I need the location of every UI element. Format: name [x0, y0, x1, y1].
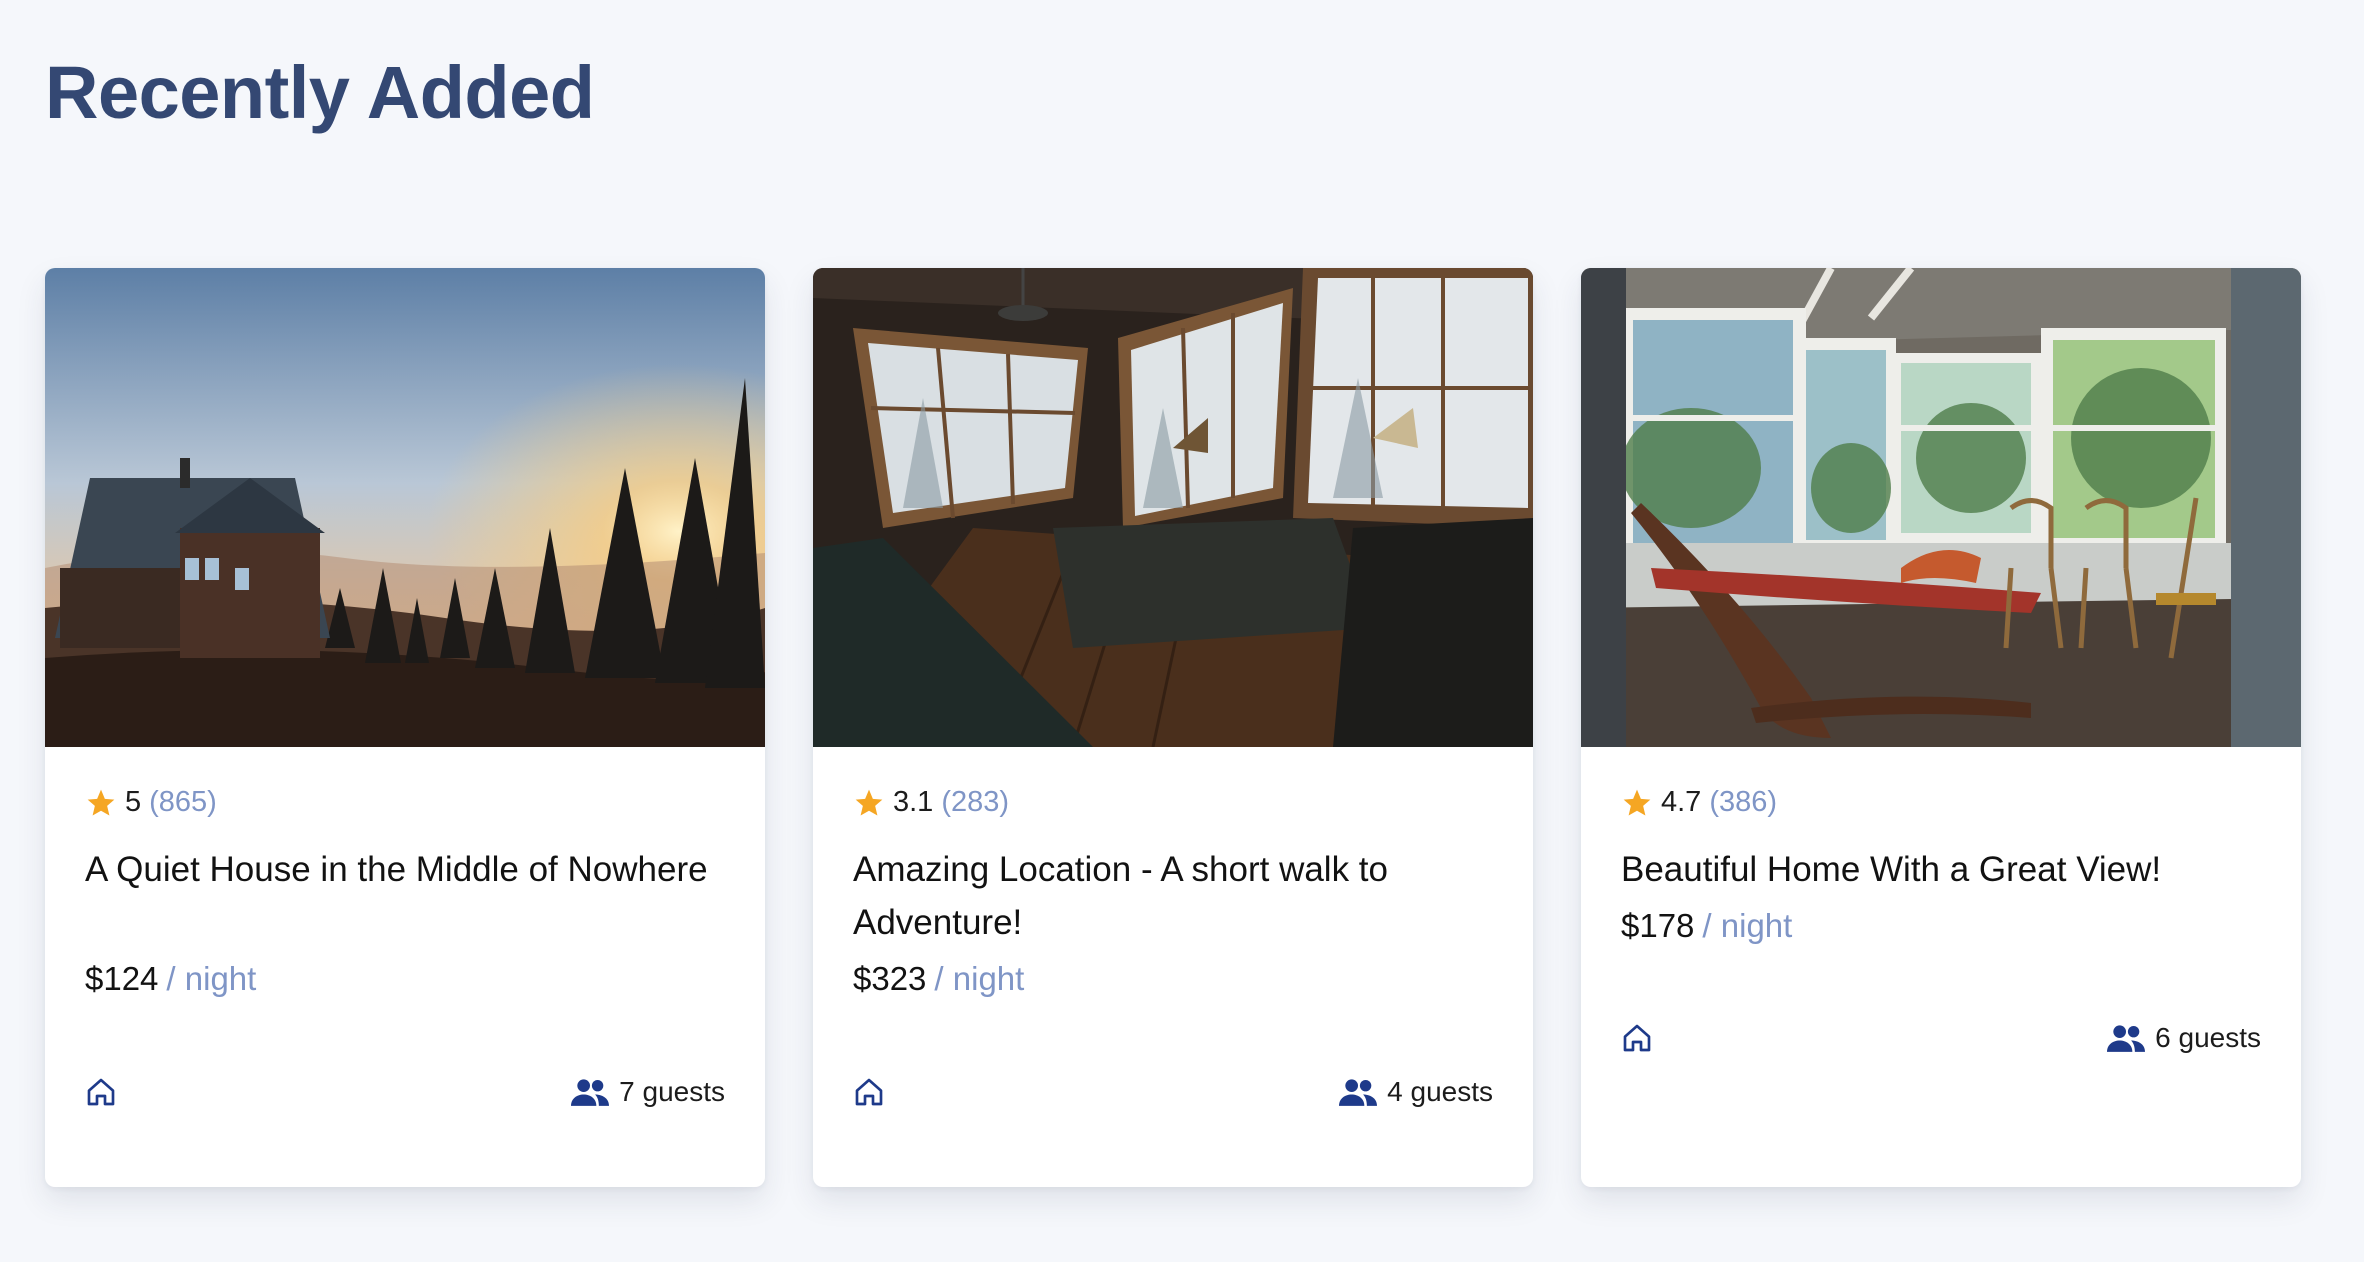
listing-photo[interactable]	[45, 268, 765, 747]
listing-footer: 6 guests	[1621, 1018, 2261, 1058]
price: $178 / night	[1621, 907, 1792, 945]
listing-title[interactable]: Amazing Location - A short walk to Adven…	[853, 843, 1493, 949]
review-count: (865)	[149, 786, 217, 818]
price-amount: $178	[1621, 907, 1695, 944]
rating-value: 4.7	[1661, 786, 1702, 818]
star-icon	[855, 789, 883, 816]
price-amount: $124	[85, 960, 159, 997]
people-icon	[1339, 1079, 1378, 1106]
page: Recently Added 5 (865) A Quiet House in …	[0, 0, 2364, 1262]
star-icon	[87, 789, 115, 816]
home-icon	[1623, 1024, 1651, 1052]
review-count: (283)	[941, 786, 1010, 818]
review-count: (386)	[1709, 786, 1778, 818]
listing-footer: 4 guests	[853, 1072, 1493, 1112]
listing-details: 5 (865) A Quiet House in the Middle of N…	[85, 747, 725, 1187]
price-unit: / night	[934, 960, 1025, 997]
home-icon	[855, 1078, 883, 1106]
rating-value: 3.1	[893, 786, 934, 818]
price-unit: / night	[166, 960, 257, 997]
listing-card[interactable]: 5 (865) A Quiet House in the Middle of N…	[45, 268, 765, 1187]
price: $124 / night	[85, 960, 256, 998]
guest-capacity: 4 guests	[1339, 1076, 1493, 1108]
listing-photo[interactable]	[813, 268, 1533, 747]
listing-title[interactable]: A Quiet House in the Middle of Nowhere	[85, 843, 725, 896]
rating-value: 5	[125, 786, 142, 818]
price-unit: / night	[1702, 907, 1793, 944]
listing-cards: 5 (865) A Quiet House in the Middle of N…	[45, 268, 2301, 1187]
people-icon	[571, 1079, 610, 1106]
listing-photo[interactable]	[1581, 268, 2301, 747]
guest-count: 6 guests	[2155, 1022, 2261, 1053]
price: $323 / night	[853, 960, 1024, 998]
rating: 4.7 (386)	[1621, 786, 1777, 819]
people-icon	[2107, 1025, 2146, 1052]
rating: 3.1 (283)	[853, 786, 1009, 819]
guest-count: 7 guests	[619, 1076, 725, 1107]
rating: 5 (865)	[85, 786, 217, 819]
listing-title[interactable]: Beautiful Home With a Great View!	[1621, 843, 2261, 896]
listing-footer: 7 guests	[85, 1072, 725, 1112]
home-icon	[87, 1078, 115, 1106]
listing-details: 4.7 (386) Beautiful Home With a Great Vi…	[1621, 747, 2261, 1187]
listing-details: 3.1 (283) Amazing Location - A short wal…	[853, 747, 1493, 1187]
star-icon	[1623, 789, 1651, 816]
guest-count: 4 guests	[1387, 1076, 1493, 1107]
listing-card[interactable]: 4.7 (386) Beautiful Home With a Great Vi…	[1581, 268, 2301, 1187]
price-amount: $323	[853, 960, 927, 997]
listing-card[interactable]: 3.1 (283) Amazing Location - A short wal…	[813, 268, 1533, 1187]
page-title: Recently Added	[45, 51, 595, 134]
guest-capacity: 6 guests	[2107, 1022, 2261, 1054]
guest-capacity: 7 guests	[571, 1076, 725, 1108]
